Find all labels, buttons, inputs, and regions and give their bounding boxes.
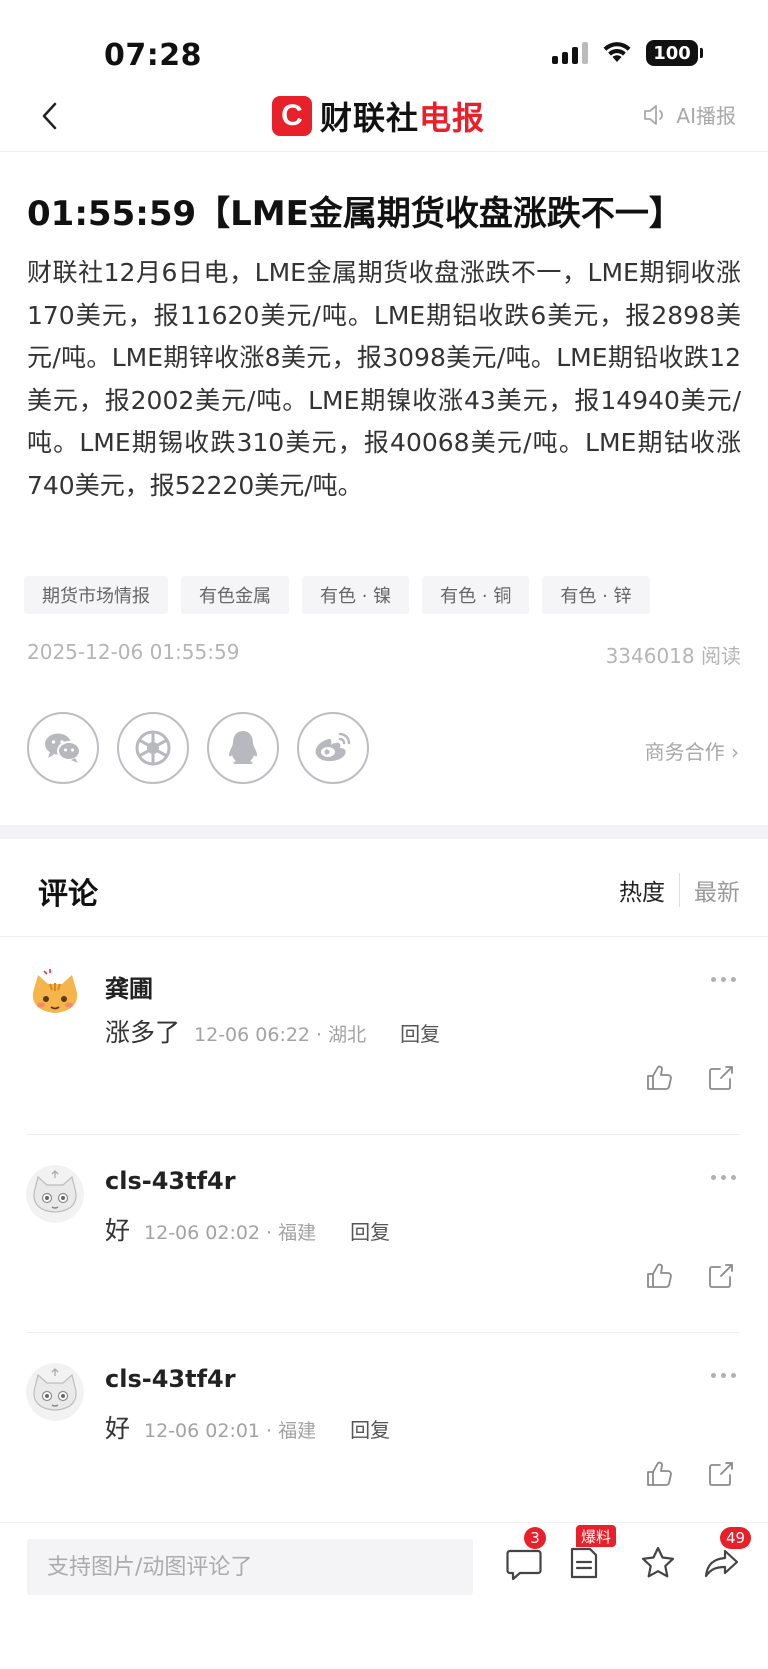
status-time: 07:28	[104, 38, 202, 73]
tag-zinc[interactable]: 有色 · 锌	[542, 576, 650, 614]
tag-nickel[interactable]: 有色 · 镍	[302, 576, 410, 614]
brand-logo: C 财联社电报	[272, 93, 485, 139]
tip-off-badge: 爆料	[576, 1525, 617, 1547]
comment-count-badge: 3	[524, 1527, 546, 1549]
qq-icon	[229, 731, 257, 764]
comment-sort-tabs: 热度 最新	[619, 873, 740, 907]
tag-nonferrous-metals[interactable]: 有色金属	[181, 576, 289, 614]
weibo-icon	[315, 732, 351, 762]
brand-name-first: 财联社	[320, 99, 420, 137]
weibo-share-button[interactable]	[297, 712, 369, 784]
comment-item: cls-43tf4r 好 12-06 02:01 · 福建 回复	[0, 1333, 768, 1531]
tag-list: 期货市场情报 有色金属 有色 · 镍 有色 · 铜 有色 · 锌	[24, 576, 650, 614]
comment-item: cls-43tf4r 好 12-06 02:02 · 福建 回复	[0, 1135, 768, 1333]
battery-icon: 100	[646, 40, 703, 66]
ai-broadcast-button[interactable]: AI播报	[642, 100, 736, 129]
status-bar: 07:28 100	[0, 0, 768, 86]
article: 01:55:59【LME金属期货收盘涨跌不一】 财联社12月6日电，LME金属期…	[27, 190, 741, 508]
article-title: 01:55:59【LME金属期货收盘涨跌不一】	[27, 194, 683, 234]
user-avatar[interactable]	[26, 1165, 84, 1223]
comments-header: 评论 热度 最新	[0, 839, 768, 937]
more-options-icon[interactable]	[711, 1373, 736, 1378]
reply-button[interactable]: 回复	[400, 1018, 440, 1047]
speaker-icon	[644, 104, 664, 125]
comment-time-location: 12-06 06:22 · 湖北	[194, 1024, 367, 1046]
comment-username[interactable]: 龚圃	[105, 969, 153, 1004]
star-icon	[641, 1546, 675, 1578]
orange-cat-avatar-icon	[26, 967, 84, 1025]
comment-text: 涨多了	[105, 1018, 181, 1047]
article-meta: 2025-12-06 01:55:59 3346018 阅读	[27, 640, 741, 669]
comment-item: 龚圃 涨多了 12-06 06:22 · 湖北 回复	[0, 937, 768, 1135]
tip-off-button[interactable]: 爆料	[564, 1525, 617, 1583]
brand-c-icon: C	[272, 96, 312, 136]
share-button[interactable]: 49	[702, 1527, 752, 1583]
thumbs-up-icon[interactable]	[644, 1261, 674, 1291]
user-avatar[interactable]	[26, 1363, 84, 1421]
wechat-share-button[interactable]	[27, 712, 99, 784]
more-options-icon[interactable]	[711, 1175, 736, 1180]
comment-input[interactable]	[27, 1539, 473, 1595]
reply-button[interactable]: 回复	[350, 1414, 390, 1443]
brand-name-second: 电报	[419, 99, 486, 137]
comment-time-location: 12-06 02:02 · 福建	[144, 1222, 317, 1244]
article-body: 财联社12月6日电，LME金属期货收盘涨跌不一，LME期铜收涨170美元，报11…	[27, 258, 741, 500]
section-divider	[0, 825, 768, 839]
qq-share-button[interactable]	[207, 712, 279, 784]
wifi-icon	[603, 42, 631, 62]
read-count: 3346018 阅读	[605, 644, 741, 668]
status-icons: 100	[552, 40, 703, 66]
share-arrow-icon	[704, 1549, 739, 1578]
gray-cat-avatar-icon	[26, 1165, 84, 1223]
tag-copper[interactable]: 有色 · 铜	[422, 576, 530, 614]
comments-title: 评论	[38, 877, 98, 912]
comment-username[interactable]: cls-43tf4r	[105, 1365, 236, 1393]
sort-hot-tab[interactable]: 热度	[619, 873, 680, 907]
brand-name: 财联社电报	[320, 93, 485, 139]
comment-content-line: 好 12-06 02:01 · 福建 回复	[105, 1409, 390, 1445]
more-options-icon[interactable]	[711, 977, 736, 982]
reply-button[interactable]: 回复	[350, 1216, 390, 1245]
user-avatar[interactable]	[26, 967, 84, 1025]
comment-text: 好	[105, 1216, 131, 1245]
comment-username[interactable]: cls-43tf4r	[105, 1167, 236, 1195]
comment-time-location: 12-06 02:01 · 福建	[144, 1420, 317, 1442]
gray-cat-avatar-icon	[26, 1363, 84, 1421]
comment-bubble-icon	[506, 1549, 542, 1581]
document-icon	[570, 1547, 598, 1579]
bottom-action-bar: 3 爆料 49	[0, 1522, 768, 1669]
share-row: 商务合作 ›	[27, 712, 741, 784]
ai-broadcast-label: AI播报	[676, 104, 736, 128]
back-button[interactable]	[30, 96, 70, 136]
sort-new-tab[interactable]: 最新	[680, 873, 740, 907]
comment-content-line: 涨多了 12-06 06:22 · 湖北 回复	[105, 1013, 440, 1049]
tag-futures-intel[interactable]: 期货市场情报	[24, 576, 168, 614]
comment-text: 好	[105, 1414, 131, 1443]
share-icon[interactable]	[706, 1063, 736, 1093]
comments-button[interactable]: 3	[504, 1527, 546, 1583]
moments-share-button[interactable]	[117, 712, 189, 784]
article-datetime: 2025-12-06 01:55:59	[27, 640, 240, 664]
share-count-badge: 49	[720, 1527, 752, 1549]
moments-icon	[135, 730, 171, 766]
share-icon[interactable]	[706, 1459, 736, 1489]
cellular-signal-icon	[552, 42, 588, 64]
comment-content-line: 好 12-06 02:02 · 福建 回复	[105, 1211, 390, 1247]
share-icon[interactable]	[706, 1261, 736, 1291]
thumbs-up-icon[interactable]	[644, 1459, 674, 1489]
nav-bar: C 财联社电报 AI播报	[0, 86, 768, 152]
business-cooperation-link[interactable]: 商务合作 ›	[645, 736, 739, 765]
chevron-left-icon	[42, 102, 57, 130]
favorite-button[interactable]	[638, 1543, 678, 1583]
thumbs-up-icon[interactable]	[644, 1063, 674, 1093]
wechat-icon	[45, 733, 81, 763]
